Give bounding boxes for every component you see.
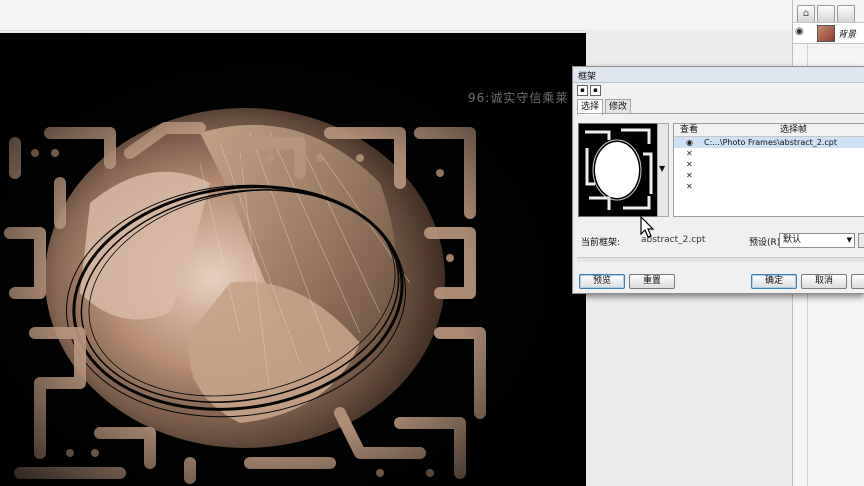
list-item[interactable]: ✕ [674,148,864,159]
dialog-title: 框架 [578,72,597,82]
preset-value: 默认 [783,235,802,245]
preview-button[interactable]: 预览 [579,274,625,289]
frame-dialog: 框架 ▪ ▪ 选择 修改 ▼ 查看 选择帧 ◉ C:...\Photo Fram… [572,66,864,294]
eye-icon[interactable]: ◉ [686,137,693,148]
chevron-down-icon: ▼ [846,236,852,244]
eye-hidden-icon[interactable]: ✕ [686,148,693,159]
preset-select[interactable]: 默认 ▼ [779,233,855,248]
tab-modify[interactable]: 修改 [605,99,632,114]
layer-thumbnail [817,25,835,42]
dialog-separator [577,257,864,262]
image-canvas[interactable]: 96:诚实守信乘莱 [0,33,586,486]
column-view: 查看 [680,125,699,135]
preview-dropdown-button[interactable]: ▼ [657,123,669,217]
frame-preview [578,123,658,217]
eye-icon[interactable]: ◉ [795,26,804,37]
watermark-text: 96:诚实守信乘莱 [468,91,569,105]
reset-button[interactable]: 重置 [629,274,675,289]
mouse-cursor-icon [640,216,655,238]
list-header: 查看 选择帧 [674,124,864,137]
frame-list[interactable]: 查看 选择帧 ◉ C:...\Photo Frames\abstract_2.c… [673,123,864,217]
lock-icon[interactable]: ⌂ [797,5,815,23]
column-select-frame: 选择帧 [780,125,808,135]
eye-hidden-icon[interactable]: ✕ [686,181,693,192]
current-frame-label: 当前框架: [581,238,621,248]
frame-thumbnail-image [579,124,657,216]
expand-icon[interactable]: ▪ [577,85,588,96]
layer-name: 背景 [838,30,857,40]
list-item[interactable]: ✕ [674,170,864,181]
help-button[interactable] [851,274,864,289]
cancel-button[interactable]: 取消 [801,274,847,289]
list-item[interactable]: ✕ [674,181,864,192]
preset-menu-button[interactable] [858,233,864,248]
new-layer-icon[interactable] [817,5,835,23]
triangle-down-icon: ▼ [659,164,666,173]
property-bar [0,0,792,31]
dialog-titlebar[interactable]: 框架 [573,67,864,83]
frame-path: C:...\Photo Frames\abstract_2.cpt [704,138,838,147]
eye-hidden-icon[interactable]: ✕ [686,159,693,170]
collapse-icon[interactable]: ▪ [590,85,601,96]
list-item[interactable]: ◉ C:...\Photo Frames\abstract_2.cpt [674,137,864,148]
eye-hidden-icon[interactable]: ✕ [686,170,693,181]
ok-button[interactable]: 确定 [751,274,797,289]
list-item[interactable]: ✕ [674,159,864,170]
layer-row-background[interactable]: ◉ 背景 [793,22,864,44]
delete-layer-icon[interactable] [837,5,855,23]
